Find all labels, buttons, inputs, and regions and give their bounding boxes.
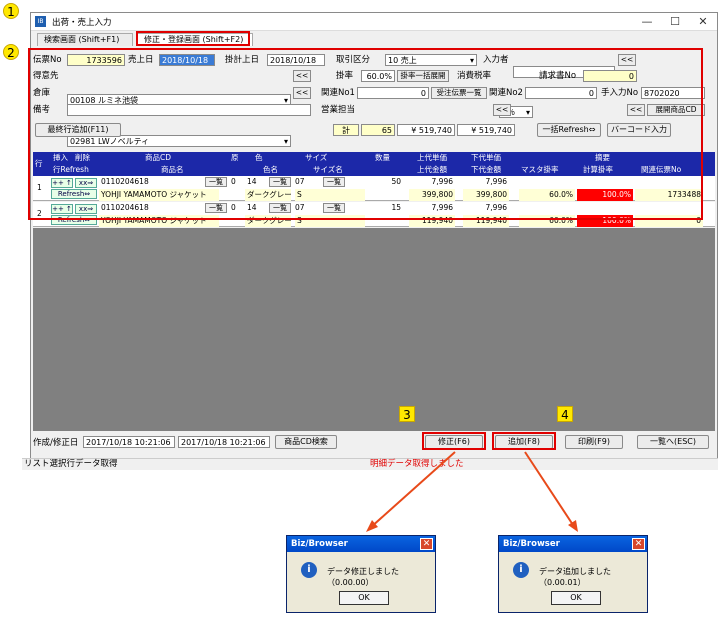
dialog-fix: Biz/Browser ✕ i データ修正しました（0.00.00） OK <box>286 535 436 613</box>
info-icon: i <box>513 562 529 578</box>
dialog-message: データ修正しました（0.00.00） <box>327 567 399 587</box>
dialog-message: データ追加しました（0.00.01） <box>539 567 611 587</box>
dialog-ok-button[interactable]: OK <box>551 591 601 605</box>
dialog-add: Biz/Browser ✕ i データ追加しました（0.00.01） OK <box>498 535 648 613</box>
info-icon: i <box>301 562 317 578</box>
dialog-title: Biz/Browser <box>287 536 435 552</box>
dialog-ok-button[interactable]: OK <box>339 591 389 605</box>
dialog-close-button[interactable]: ✕ <box>420 538 433 550</box>
dialog-title: Biz/Browser <box>499 536 647 552</box>
dialog-close-button[interactable]: ✕ <box>632 538 645 550</box>
